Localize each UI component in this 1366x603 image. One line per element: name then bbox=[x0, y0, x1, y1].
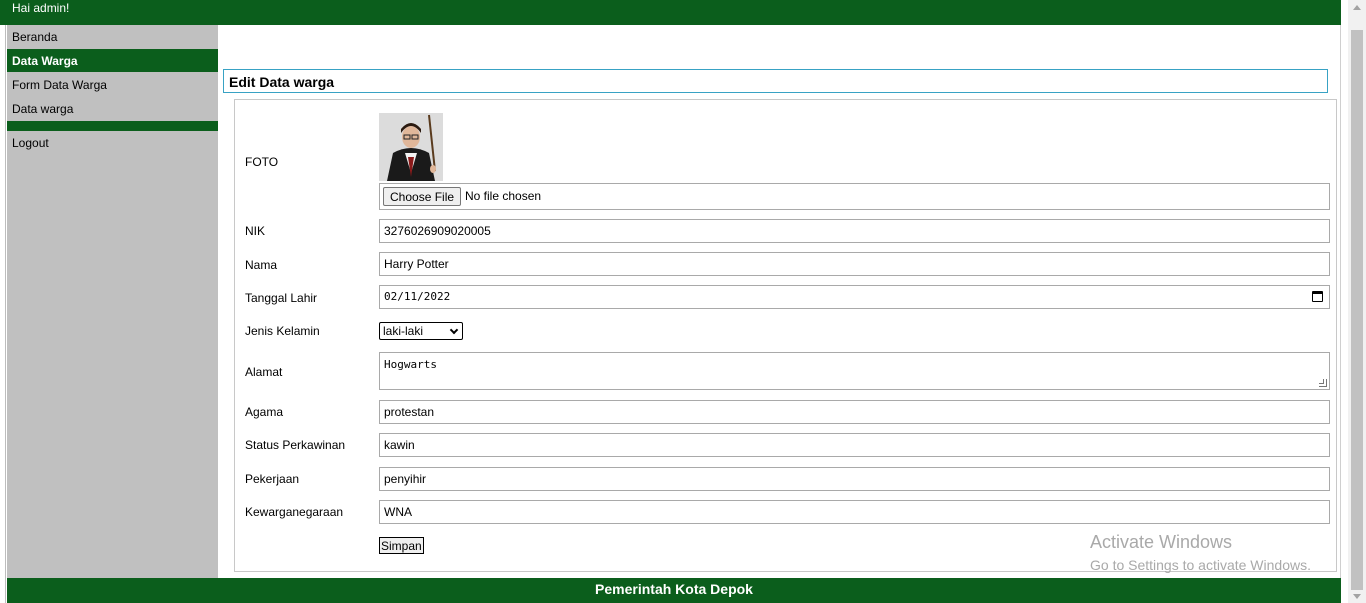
tanggal-lahir-label: Tanggal Lahir bbox=[245, 291, 318, 305]
sidebar-item-data-warga[interactable]: Data warga bbox=[7, 97, 218, 120]
alamat-value: Hogwarts bbox=[384, 358, 437, 371]
agama-label: Agama bbox=[245, 405, 284, 419]
calendar-icon[interactable] bbox=[1312, 291, 1323, 302]
greeting-text: Hai admin! bbox=[12, 1, 70, 15]
sidebar-item-beranda[interactable]: Beranda bbox=[7, 25, 218, 48]
tanggal-lahir-value: 02/11/2022 bbox=[384, 290, 451, 303]
watermark-line1: Activate Windows bbox=[1090, 532, 1233, 552]
simpan-button[interactable]: Simpan bbox=[379, 537, 424, 554]
nik-input[interactable]: 3276026909020005 bbox=[379, 219, 1330, 243]
choose-file-button[interactable]: Choose File bbox=[383, 187, 462, 206]
left-edge bbox=[0, 0, 6, 603]
scroll-down-icon[interactable] bbox=[1353, 594, 1361, 599]
pekerjaan-label: Pekerjaan bbox=[245, 472, 300, 486]
foto-file-input[interactable]: Choose File No file chosen bbox=[379, 183, 1330, 210]
jenis-kelamin-value: laki-laki bbox=[383, 324, 424, 338]
profile-photo bbox=[379, 113, 443, 181]
pekerjaan-input[interactable]: penyihir bbox=[379, 467, 1330, 491]
sidebar-item-logout[interactable]: Logout bbox=[7, 131, 218, 154]
nik-label: NIK bbox=[245, 224, 266, 238]
edit-form: FOTO Choose File No file chosen NIK 3276… bbox=[234, 99, 1337, 573]
sidebar: Beranda Data Warga Form Data Warga Data … bbox=[7, 25, 218, 578]
footer-text: Pemerintah Kota Depok bbox=[595, 581, 753, 597]
status-perkawinan-input[interactable]: kawin bbox=[379, 433, 1330, 457]
jenis-kelamin-select[interactable]: laki-laki bbox=[379, 322, 463, 340]
sidebar-item-data-warga-active[interactable]: Data Warga bbox=[7, 49, 218, 72]
sidebar-item-form-data-warga[interactable]: Form Data Warga bbox=[7, 73, 218, 96]
foto-label: FOTO bbox=[245, 155, 279, 169]
top-header: Hai admin! bbox=[0, 0, 1341, 25]
sidebar-separator bbox=[7, 121, 218, 131]
file-status-text: No file chosen bbox=[465, 189, 542, 203]
page: Hai admin! Beranda Data Warga Form Data … bbox=[0, 0, 1366, 603]
page-title: Edit Data warga bbox=[223, 69, 1328, 93]
footer: Pemerintah Kota Depok bbox=[7, 578, 1341, 603]
watermark-line2: Go to Settings to activate Windows. bbox=[1090, 557, 1311, 573]
chevron-down-icon bbox=[449, 325, 459, 335]
kewarganegaraan-input[interactable]: WNA bbox=[379, 500, 1330, 524]
main-content: Edit Data warga FOTO Choose File No file… bbox=[218, 25, 1341, 578]
scroll-thumb[interactable] bbox=[1351, 30, 1363, 590]
person-photo-icon bbox=[379, 113, 443, 181]
nama-input[interactable]: Harry Potter bbox=[379, 252, 1330, 276]
activate-windows-watermark: Activate Windows Go to Settings to activ… bbox=[1090, 532, 1311, 573]
status-perkawinan-label: Status Perkawinan bbox=[245, 438, 346, 452]
nama-label: Nama bbox=[245, 258, 278, 272]
vertical-scrollbar[interactable] bbox=[1348, 0, 1366, 603]
scroll-up-icon[interactable] bbox=[1353, 5, 1361, 10]
jenis-kelamin-label: Jenis Kelamin bbox=[245, 324, 320, 338]
alamat-textarea[interactable]: Hogwarts bbox=[379, 352, 1330, 390]
kewarganegaraan-label: Kewarganegaraan bbox=[245, 505, 344, 519]
resize-handle-icon[interactable] bbox=[1319, 379, 1327, 387]
agama-input[interactable]: protestan bbox=[379, 400, 1330, 424]
tanggal-lahir-input[interactable]: 02/11/2022 bbox=[379, 285, 1330, 309]
alamat-label: Alamat bbox=[245, 365, 283, 379]
